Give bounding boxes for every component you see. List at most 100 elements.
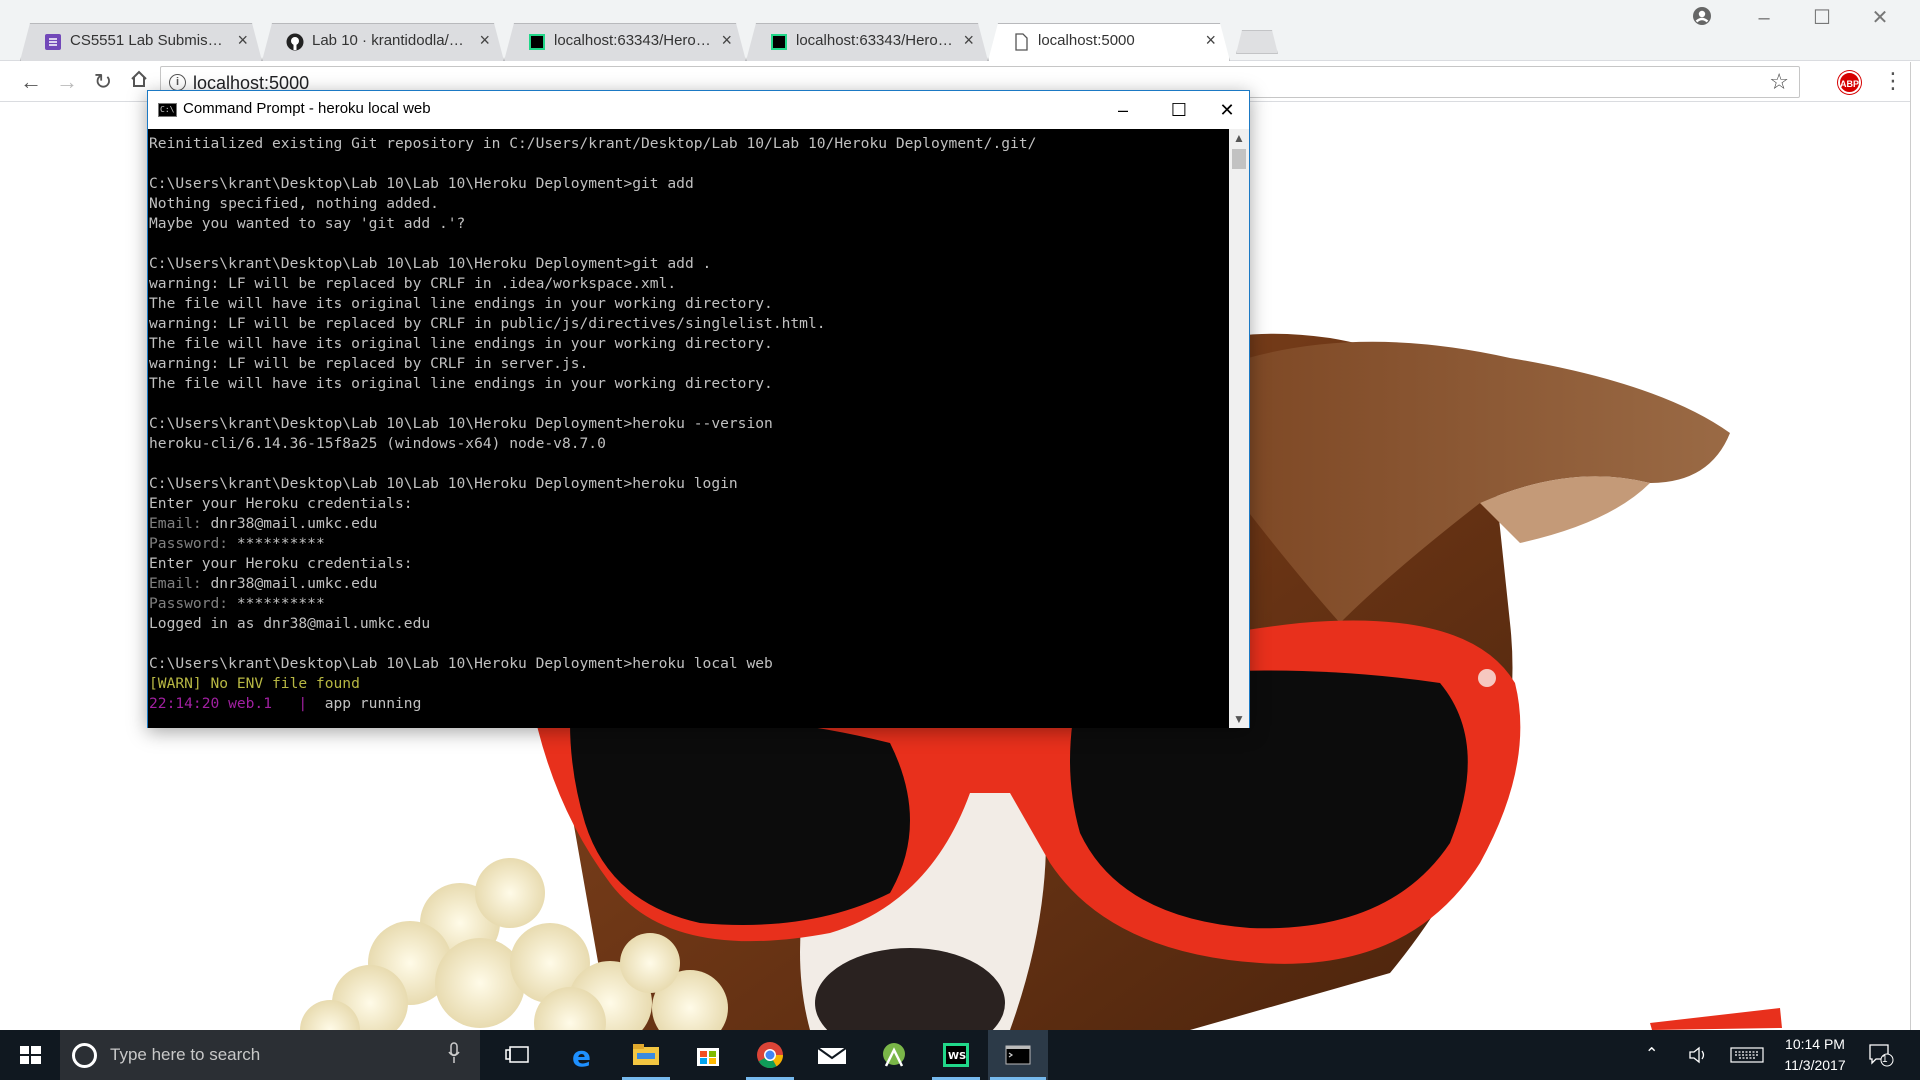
console-text: dnr38@mail.umkc.edu xyxy=(210,575,378,592)
start-button[interactable] xyxy=(0,1030,60,1080)
taskbar: Type here to search e WS ⌃ 1 10:14 PM 11… xyxy=(0,1030,1920,1080)
console-line: The file will have its original line end… xyxy=(149,334,1229,354)
tab-close-icon[interactable]: × xyxy=(721,30,732,51)
clock[interactable]: 10:14 PM 11/3/2017 xyxy=(1770,1034,1860,1076)
console-line: warning: LF will be replaced by CRLF in … xyxy=(149,314,1229,334)
console-line: Logged in as dnr38@mail.umkc.edu xyxy=(149,614,1229,634)
chrome-icon[interactable] xyxy=(740,1030,800,1080)
tab-close-icon[interactable]: × xyxy=(237,30,248,51)
scroll-thumb[interactable] xyxy=(1232,149,1246,169)
back-button[interactable]: ← xyxy=(18,69,44,95)
console-text: C:\Users\krant\Desktop\Lab 10\Lab 10\Her… xyxy=(149,475,738,492)
console-text: warning: LF will be replaced by CRLF in … xyxy=(149,275,677,292)
cmd-maximize-icon[interactable]: ☐ xyxy=(1156,95,1202,125)
tab-title: localhost:63343/Heroku D xyxy=(554,32,714,49)
console-line: Reinitialized existing Git repository in… xyxy=(149,134,1229,154)
command-prompt-taskbar-icon[interactable] xyxy=(988,1030,1048,1080)
task-view-icon[interactable] xyxy=(490,1030,550,1080)
console-text: warning: LF will be replaced by CRLF in … xyxy=(149,315,826,332)
command-prompt-window[interactable]: C:\ Command Prompt - heroku local web – … xyxy=(147,90,1250,728)
scroll-down-icon[interactable]: ▼ xyxy=(1229,710,1249,728)
console-line: C:\Users\krant\Desktop\Lab 10\Lab 10\Her… xyxy=(149,474,1229,494)
console-line: warning: LF will be replaced by CRLF in … xyxy=(149,274,1229,294)
console-line: Enter your Heroku credentials: xyxy=(149,494,1229,514)
notification-count: 1 xyxy=(1882,1054,1888,1065)
console-text: C:\Users\krant\Desktop\Lab 10\Lab 10\Her… xyxy=(149,415,773,432)
console-scrollbar[interactable]: ▲ ▼ xyxy=(1229,129,1249,728)
webstorm-icon[interactable]: WS xyxy=(926,1030,986,1080)
info-icon[interactable]: i xyxy=(169,74,186,91)
background-window-edge xyxy=(1910,62,1920,1030)
minimize-icon[interactable]: – xyxy=(1752,6,1776,30)
maximize-icon[interactable]: ☐ xyxy=(1810,6,1834,30)
scroll-up-icon[interactable]: ▲ xyxy=(1229,129,1249,147)
clock-date: 11/3/2017 xyxy=(1784,1057,1846,1073)
windows-icon xyxy=(20,1046,41,1064)
android-studio-icon[interactable] xyxy=(864,1030,924,1080)
console-text: ********** xyxy=(236,595,325,612)
console-output[interactable]: Reinitialized existing Git repository in… xyxy=(148,129,1229,728)
reload-button[interactable]: ↻ xyxy=(90,69,116,95)
browser-tab[interactable]: localhost:63343/Heroku D × xyxy=(504,23,746,61)
browser-tab[interactable]: CS5551 Lab Submission ( × xyxy=(20,23,262,61)
profile-icon[interactable] xyxy=(1690,6,1714,30)
console-text: heroku-cli/6.14.36-15f8a25 (windows-x64)… xyxy=(149,435,606,452)
console-text: Reinitialized existing Git repository in… xyxy=(149,135,1037,152)
page-icon xyxy=(1012,33,1030,51)
console-text: Password: xyxy=(149,535,237,552)
console-text: Logged in as dnr38@mail.umkc.edu xyxy=(149,615,431,632)
tab-close-icon[interactable]: × xyxy=(1205,30,1216,51)
console-line: The file will have its original line end… xyxy=(149,374,1229,394)
notification-center-icon[interactable] xyxy=(1868,1043,1894,1067)
tab-close-icon[interactable]: × xyxy=(479,30,490,51)
close-icon[interactable]: ✕ xyxy=(1868,6,1892,30)
console-text: Enter your Heroku credentials: xyxy=(149,495,413,512)
adblock-extension-icon[interactable]: ABP xyxy=(1838,71,1861,94)
menu-icon[interactable]: ⋮ xyxy=(1882,68,1904,94)
console-text: C:\Users\krant\Desktop\Lab 10\Lab 10\Her… xyxy=(149,655,773,672)
forward-button[interactable]: → xyxy=(54,69,80,95)
console-line: Maybe you wanted to say 'git add .'? xyxy=(149,214,1229,234)
console-text: Enter your Heroku credentials: xyxy=(149,555,413,572)
browser-tab[interactable]: localhost:5000 × xyxy=(988,23,1230,61)
console-line: Password: ********** xyxy=(149,534,1229,554)
store-icon[interactable] xyxy=(678,1030,738,1080)
console-line: C:\Users\krant\Desktop\Lab 10\Lab 10\Her… xyxy=(149,654,1229,674)
edge-icon[interactable]: e xyxy=(554,1030,614,1080)
mail-icon[interactable] xyxy=(802,1030,862,1080)
tab-title: Lab 10 · krantidodla/ASE xyxy=(312,32,472,49)
browser-tab[interactable]: localhost:63343/Heroku D × xyxy=(746,23,988,61)
cmd-close-icon[interactable]: ✕ xyxy=(1204,95,1250,125)
file-explorer-icon[interactable] xyxy=(616,1030,676,1080)
bookmark-star-icon[interactable]: ☆ xyxy=(1769,69,1789,95)
search-placeholder: Type here to search xyxy=(110,1045,261,1064)
console-text: Email: xyxy=(149,575,211,592)
console-line: 22:14:20 web.1 | app running xyxy=(149,694,1229,714)
console-text: warning: LF will be replaced by CRLF in … xyxy=(149,355,589,372)
console-text: app running xyxy=(324,695,422,712)
microphone-icon[interactable] xyxy=(448,1042,460,1064)
cmd-minimize-icon[interactable]: – xyxy=(1100,95,1146,125)
console-text: 22:14:20 web.1 | xyxy=(149,695,325,712)
tab-title: CS5551 Lab Submission ( xyxy=(70,32,230,49)
cmd-titlebar[interactable]: C:\ Command Prompt - heroku local web – … xyxy=(148,91,1249,129)
show-hidden-icons-icon[interactable]: ⌃ xyxy=(1645,1044,1658,1064)
new-tab-button[interactable] xyxy=(1236,30,1278,54)
tab-close-icon[interactable]: × xyxy=(963,30,974,51)
console-text: [WARN] No ENV file found xyxy=(149,675,360,692)
taskbar-search[interactable]: Type here to search xyxy=(60,1030,480,1080)
console-line: C:\Users\krant\Desktop\Lab 10\Lab 10\Her… xyxy=(149,254,1229,274)
console-text: Nothing specified, nothing added. xyxy=(149,195,439,212)
volume-icon[interactable] xyxy=(1688,1046,1710,1064)
console-line: Nothing specified, nothing added. xyxy=(149,194,1229,214)
console-line: warning: LF will be replaced by CRLF in … xyxy=(149,354,1229,374)
console-line: C:\Users\krant\Desktop\Lab 10\Lab 10\Her… xyxy=(149,174,1229,194)
browser-tab[interactable]: Lab 10 · krantidodla/ASE × xyxy=(262,23,504,61)
console-line: Enter your Heroku credentials: xyxy=(149,554,1229,574)
keyboard-icon[interactable] xyxy=(1730,1047,1764,1063)
clock-time: 10:14 PM xyxy=(1785,1036,1845,1052)
